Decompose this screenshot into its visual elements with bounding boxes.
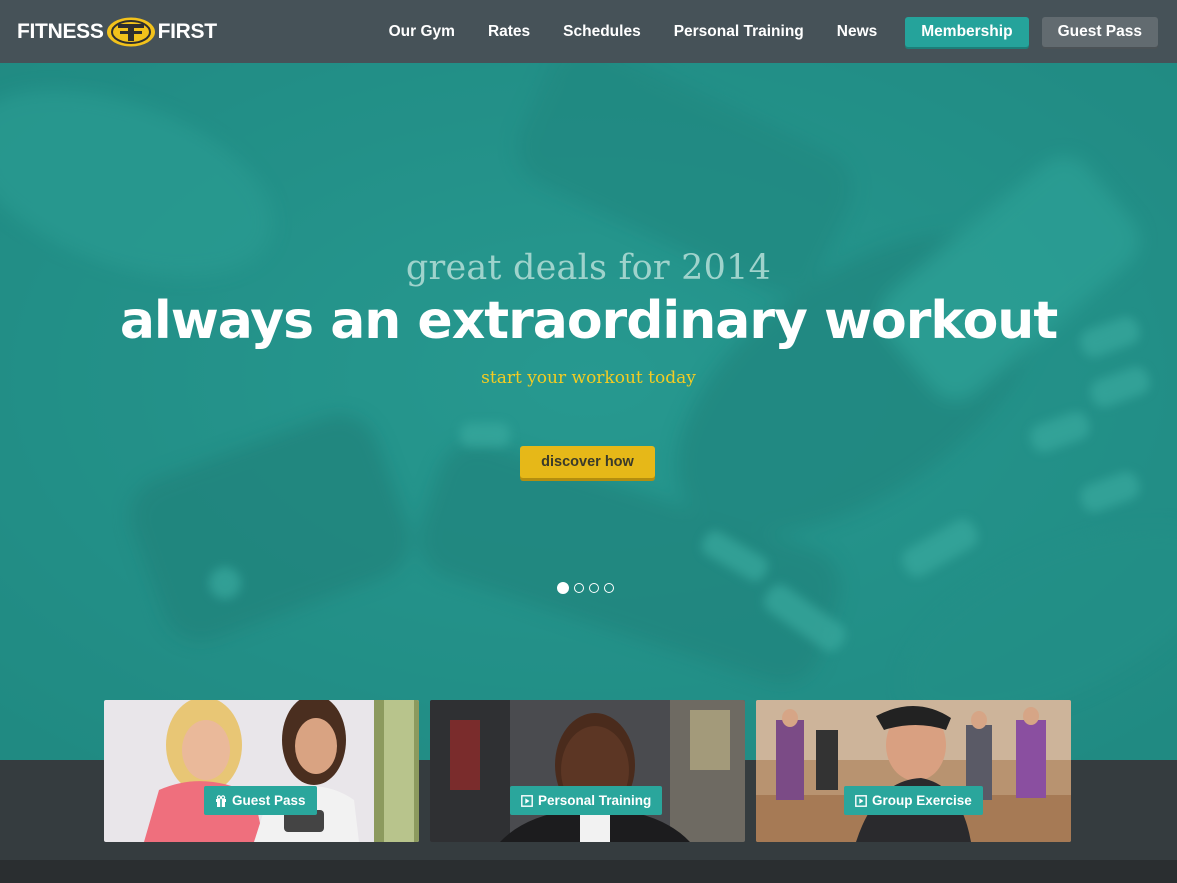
nav-news[interactable]: News	[837, 17, 878, 47]
nav-our-gym[interactable]: Our Gym	[389, 17, 455, 47]
guest-pass-card[interactable]: Guest Pass	[104, 700, 419, 842]
group-exercise-label-text: Group Exercise	[872, 793, 972, 808]
group-exercise-photo	[756, 700, 1071, 842]
slider-dot-1[interactable]	[557, 582, 569, 594]
guest-pass-label-text: Guest Pass	[232, 793, 306, 808]
footer-strip	[0, 860, 1177, 883]
play-icon	[855, 794, 867, 807]
hero-kicker: great deals for 2014	[405, 248, 772, 288]
main-nav: Our Gym Rates Schedules Personal Trainin…	[356, 17, 1158, 47]
logo-text-left: FITNESS	[17, 20, 104, 43]
gift-icon	[215, 794, 227, 807]
nav-personal-training[interactable]: Personal Training	[674, 17, 804, 47]
personal-training-label[interactable]: Personal Training	[510, 786, 663, 815]
nav-schedules[interactable]: Schedules	[563, 17, 641, 47]
group-exercise-card[interactable]: Group Exercise	[756, 700, 1071, 842]
hero-slider: great deals for 2014 always an extraordi…	[0, 63, 1177, 760]
personal-training-photo	[430, 700, 745, 842]
guest-pass-label[interactable]: Guest Pass	[204, 786, 317, 815]
guest-pass-button[interactable]: Guest Pass	[1041, 17, 1158, 47]
top-navigation-bar: FITNESS FIRST Our Gym Rates Schedules Pe…	[0, 0, 1177, 63]
hero-title: always an extraordinary workout	[119, 291, 1058, 351]
group-exercise-label[interactable]: Group Exercise	[844, 786, 983, 815]
nav-rates[interactable]: Rates	[488, 17, 530, 47]
membership-button[interactable]: Membership	[905, 17, 1029, 47]
feature-cards: Guest Pass Personal Training Group Exerc…	[104, 700, 1082, 842]
slider-dots	[557, 582, 619, 594]
slider-dot-2[interactable]	[574, 583, 584, 593]
logo-text-right: FIRST	[157, 20, 217, 43]
fitness-first-logo[interactable]: FITNESS FIRST	[17, 15, 217, 49]
personal-training-card[interactable]: Personal Training	[430, 700, 745, 842]
hero-tint	[0, 63, 1177, 760]
logo-emblem-icon	[106, 16, 156, 48]
personal-training-label-text: Personal Training	[538, 793, 652, 808]
play-icon	[521, 794, 533, 807]
discover-how-button[interactable]: discover how	[520, 446, 655, 478]
slider-dot-4[interactable]	[604, 583, 614, 593]
slider-dot-3[interactable]	[589, 583, 599, 593]
hero-subtitle: start your workout today	[481, 368, 696, 388]
guest-pass-photo	[104, 700, 419, 842]
